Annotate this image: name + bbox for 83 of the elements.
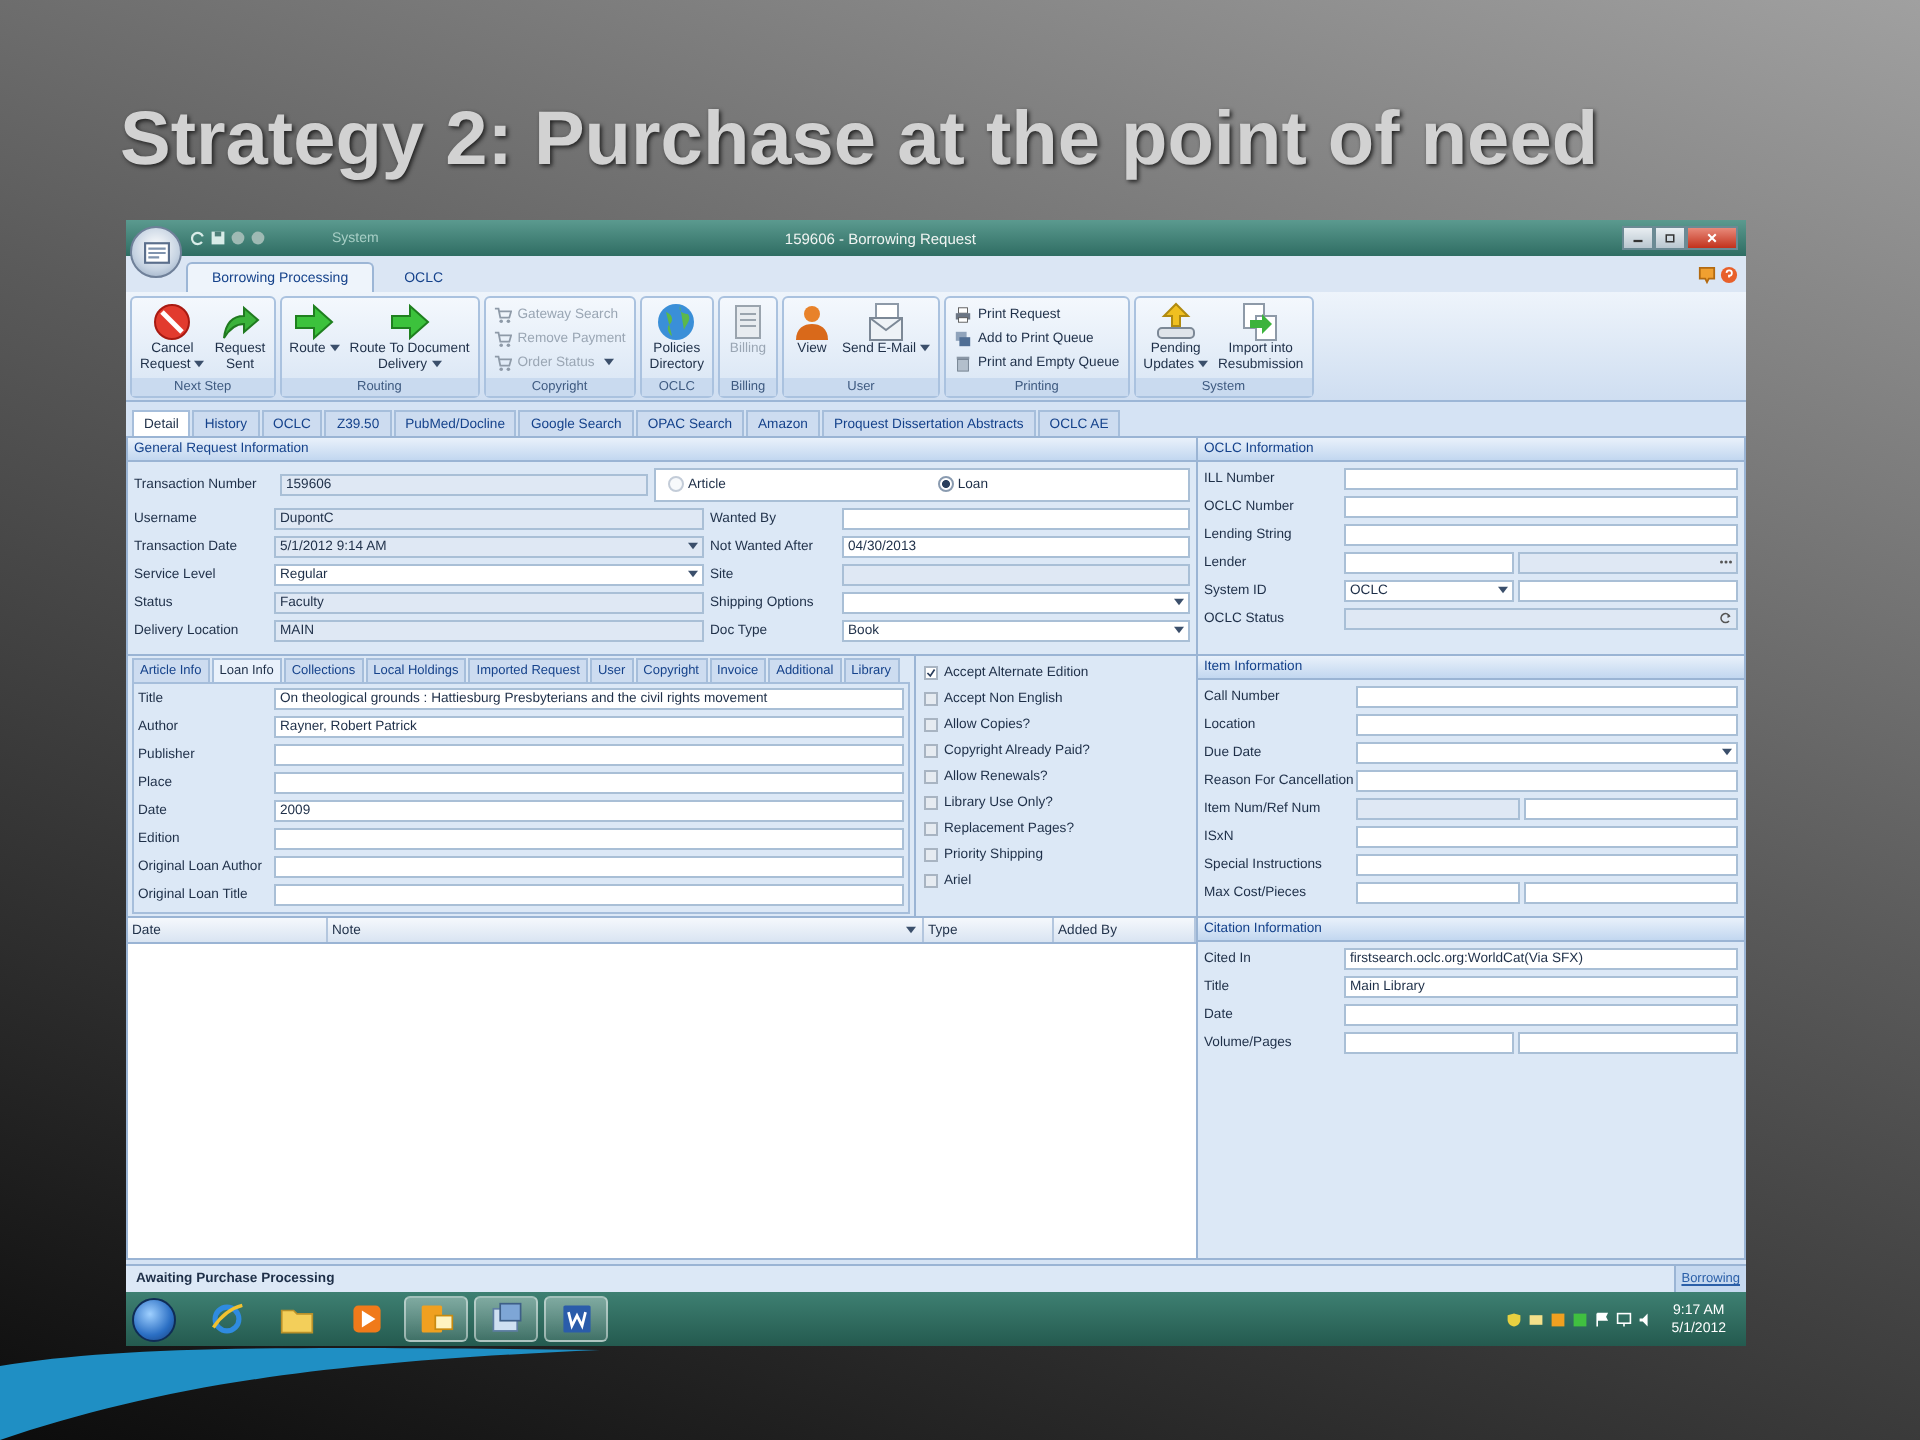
person-icon (791, 302, 832, 342)
minimize-button[interactable] (1622, 226, 1654, 250)
checkbox[interactable] (924, 770, 938, 784)
checkbox[interactable] (924, 666, 938, 680)
checkbox[interactable] (924, 692, 938, 706)
text-field[interactable] (1356, 769, 1738, 791)
text-field[interactable] (274, 771, 904, 793)
square-icon[interactable] (1549, 1311, 1566, 1327)
close-button[interactable] (1686, 226, 1738, 250)
text-field[interactable] (274, 883, 904, 905)
no-entry-icon (152, 302, 193, 342)
refresh-icon[interactable] (1720, 612, 1732, 624)
curved-arrow-icon (219, 302, 260, 342)
text-field[interactable] (1344, 495, 1738, 517)
taskbar-button[interactable] (474, 1296, 538, 1342)
checkbox[interactable] (924, 744, 938, 758)
arrow-icon (294, 302, 335, 342)
checkbox[interactable] (924, 848, 938, 862)
dropdown-field[interactable] (1356, 741, 1738, 763)
checkbox[interactable] (924, 822, 938, 836)
caret-icon (1174, 626, 1184, 634)
text-field[interactable] (1517, 579, 1738, 601)
restore-icon[interactable] (1664, 232, 1676, 244)
network-icon[interactable] (1615, 1311, 1632, 1327)
mail-app-icon (419, 1302, 453, 1336)
circle-icon[interactable] (230, 230, 246, 246)
text-field[interactable] (274, 743, 904, 765)
shield-icon[interactable] (1505, 1311, 1522, 1327)
documents-icon (1240, 302, 1281, 342)
taskbar-button[interactable] (544, 1296, 608, 1342)
document-icon (559, 1302, 593, 1336)
caret-icon (906, 926, 916, 934)
cart-icon (493, 353, 512, 371)
save-icon[interactable] (210, 230, 226, 246)
app-icon (489, 1302, 523, 1336)
text-field[interactable] (1524, 881, 1738, 903)
cart-icon (493, 329, 512, 347)
caret-icon (1497, 586, 1508, 594)
dropdown-field[interactable] (842, 591, 1190, 613)
trash-icon (954, 353, 973, 371)
text-field[interactable] (842, 507, 1190, 529)
browse-field[interactable] (1517, 551, 1738, 573)
close-icon[interactable] (1706, 232, 1718, 244)
globe-icon (656, 302, 697, 342)
radio-icon[interactable] (668, 476, 684, 492)
alert-icon[interactable] (1698, 265, 1716, 283)
radio-icon[interactable] (937, 476, 954, 492)
arrow-icon (389, 302, 430, 342)
checkbox[interactable] (924, 874, 938, 888)
cart-icon (493, 305, 512, 323)
text-field[interactable] (1356, 881, 1521, 903)
text-field[interactable] (1356, 853, 1738, 875)
flag-icon[interactable] (1593, 1311, 1610, 1327)
caret-icon (1174, 598, 1184, 606)
circle-icon[interactable] (250, 230, 266, 246)
text-field[interactable] (274, 827, 904, 849)
slide-title: Strategy 2: Purchase at the point of need (120, 100, 1599, 180)
text-field[interactable] (274, 855, 904, 877)
caret-icon (688, 542, 698, 550)
upload-icon (1155, 302, 1196, 342)
help-icon[interactable] (1720, 265, 1738, 283)
play-icon (349, 1302, 383, 1336)
square-icon[interactable] (1571, 1311, 1588, 1327)
restore-button[interactable] (1654, 226, 1686, 250)
text-field[interactable] (1344, 1031, 1514, 1053)
speaker-icon[interactable] (1637, 1311, 1654, 1327)
text-field[interactable] (1344, 551, 1514, 573)
document-icon (143, 241, 169, 263)
taskbar-button[interactable] (404, 1296, 468, 1342)
caret-icon (688, 570, 698, 578)
checkbox[interactable] (924, 796, 938, 810)
text-field[interactable] (1517, 1031, 1738, 1053)
text-field[interactable] (1344, 1003, 1738, 1025)
text-field[interactable] (1344, 467, 1738, 489)
text-field[interactable] (1344, 523, 1738, 545)
checkbox[interactable] (924, 718, 938, 732)
text-field[interactable] (1356, 685, 1738, 707)
caret-icon (1722, 748, 1732, 756)
text-field[interactable] (1356, 713, 1738, 735)
text-field[interactable] (1524, 797, 1738, 819)
globe-icon (209, 1302, 243, 1336)
start-button[interactable] (132, 1297, 176, 1341)
text-field[interactable] (1356, 825, 1738, 847)
